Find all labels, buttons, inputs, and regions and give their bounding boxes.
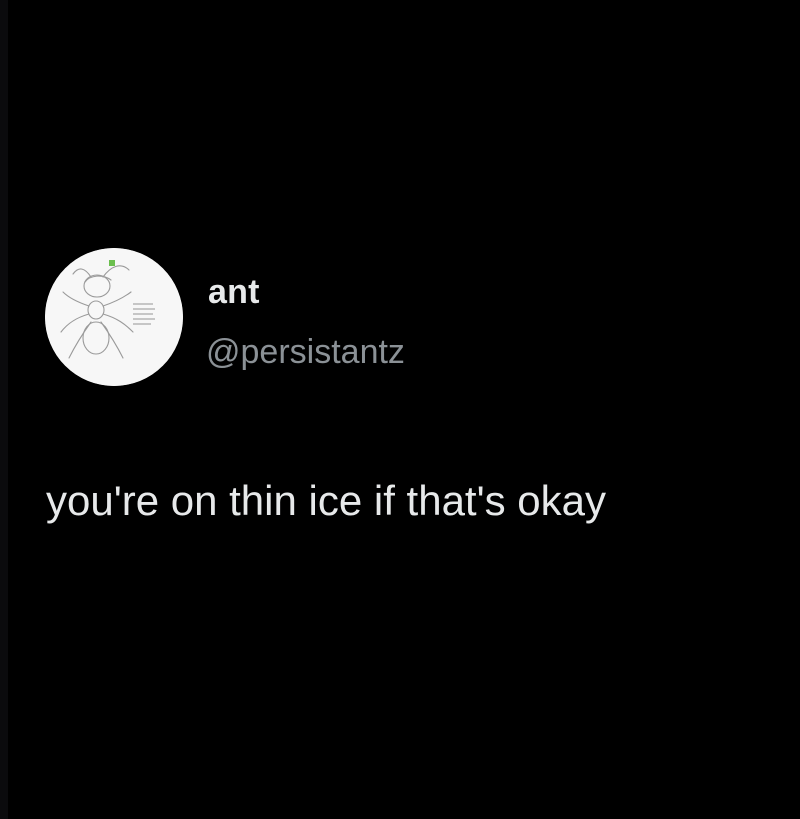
ant-sketch-avatar-icon — [45, 248, 183, 386]
avatar[interactable] — [45, 248, 183, 386]
tweet-card: ant @persistantz you're on thin ice if t… — [0, 0, 800, 819]
display-name[interactable]: ant — [208, 272, 260, 312]
user-handle[interactable]: @persistantz — [206, 332, 405, 372]
tweet-text: you're on thin ice if that's okay — [46, 477, 607, 524]
